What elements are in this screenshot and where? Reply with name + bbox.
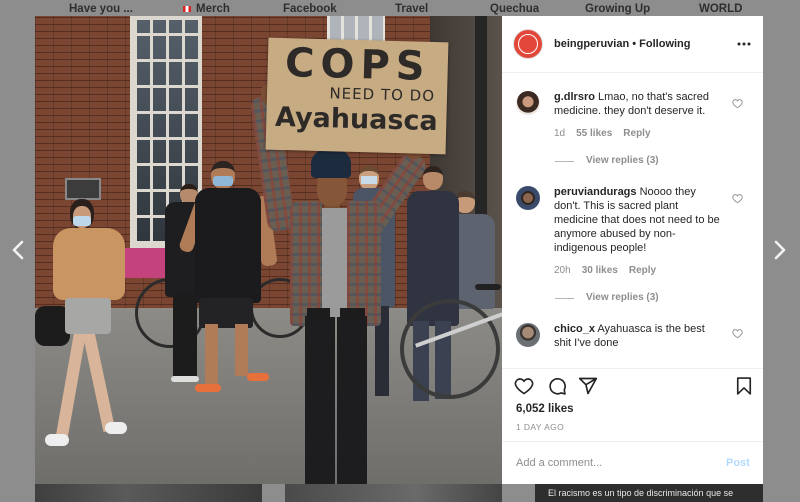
replies-line — [555, 161, 574, 162]
face-mask — [73, 216, 91, 226]
face-mask — [213, 176, 233, 186]
heart-icon — [514, 378, 534, 395]
background-thumbnail[interactable]: El racismo es un tipo de discriminación … — [535, 484, 763, 502]
reply-button[interactable]: Reply — [623, 128, 650, 139]
nav-item-quechua[interactable]: Quechua — [490, 3, 539, 15]
comment-likes[interactable]: 55 likes — [576, 128, 612, 139]
bookmark-icon — [736, 377, 752, 395]
comment-item: chico_x Ayahuasca is the best shit I've … — [502, 322, 763, 350]
comment-body: g.dlrsro Lmao, no that's sacred medicine… — [554, 90, 724, 118]
comment-meta: 20h 30 likes Reply — [554, 264, 763, 278]
comment-like-button[interactable] — [732, 96, 743, 109]
person-sneaker — [105, 422, 127, 434]
background-thumbnail[interactable] — [285, 484, 502, 502]
bicycle-seat — [475, 284, 501, 290]
comment-button[interactable] — [547, 376, 567, 396]
person-sandal — [247, 373, 269, 381]
person-sneaker — [45, 434, 69, 446]
profile-avatar[interactable] — [513, 29, 543, 59]
comment-age: 1d — [554, 128, 566, 139]
heart-icon — [732, 99, 743, 109]
author-username[interactable]: beingperuvian — [554, 38, 629, 50]
nav-item-facebook[interactable]: Facebook — [283, 3, 337, 15]
prev-post-button[interactable] — [10, 240, 26, 260]
person-body — [195, 188, 261, 303]
person-sweater — [53, 228, 125, 300]
comment-item: g.dlrsro Lmao, no that's sacred medicine… — [502, 90, 763, 168]
thumbnail-caption: El racismo es un tipo de discriminación … — [548, 488, 734, 498]
reply-button[interactable]: Reply — [629, 265, 656, 276]
commenter-avatar[interactable] — [516, 323, 540, 347]
protest-sign: COPS NEED TO DO Ayahuasca — [265, 37, 449, 155]
comment-username[interactable]: chico_x — [554, 323, 595, 335]
comment-username[interactable]: g.dlrsro — [554, 91, 595, 103]
comment-likes[interactable]: 30 likes — [582, 265, 618, 276]
post-side-panel: beingperuvian • Following g.dlrsro Lmao,… — [502, 16, 763, 484]
nav-item-have-you[interactable]: Have you ... — [69, 3, 133, 15]
protester-pants-leg — [337, 316, 367, 484]
view-replies-label: View replies (3) — [586, 292, 659, 303]
sign-line-1: COPS — [284, 40, 432, 90]
post-timestamp: 1 DAY AGO — [516, 422, 565, 432]
person-leg — [235, 324, 248, 376]
person-legs — [173, 294, 197, 379]
comment-body: chico_x Ayahuasca is the best shit I've … — [554, 322, 724, 350]
like-button[interactable] — [514, 376, 534, 396]
next-post-button[interactable] — [772, 240, 788, 260]
actions-divider — [502, 368, 763, 369]
nav-item-travel[interactable]: Travel — [395, 3, 428, 15]
view-replies-button[interactable]: View replies (3) — [554, 291, 763, 305]
comment-like-button[interactable] — [732, 326, 743, 339]
commenter-avatar[interactable] — [516, 91, 540, 115]
brand-logo — [518, 34, 538, 54]
more-horizontal-icon — [737, 42, 751, 46]
comment-item: peruviandurags Noooo they don't. This is… — [502, 185, 763, 305]
comment-meta: 1d 55 likes Reply — [554, 127, 763, 141]
comment-body: peruviandurags Noooo they don't. This is… — [554, 185, 724, 255]
post-author: beingperuvian • Following — [554, 38, 691, 50]
wall-plaque — [65, 178, 101, 200]
protester-pants-leg — [305, 316, 335, 484]
follow-status-button[interactable]: Following — [639, 38, 690, 50]
chevron-right-icon — [774, 240, 786, 260]
belt-buckle — [330, 308, 340, 317]
comment-username[interactable]: peruviandurags — [554, 186, 637, 198]
person-shoes — [171, 376, 199, 382]
add-comment-input[interactable] — [516, 456, 716, 470]
person-sandal — [195, 384, 221, 392]
header-separator: • — [632, 38, 637, 50]
save-button[interactable] — [734, 376, 754, 396]
face-mask — [361, 176, 377, 184]
commenter-avatar[interactable] — [516, 186, 540, 210]
peru-flag-icon — [183, 6, 191, 12]
comment-age: 20h — [554, 265, 571, 276]
replies-line — [555, 298, 574, 299]
nav-item-world[interactable]: WORLD — [699, 3, 742, 15]
likes-count[interactable]: 6,052 likes — [516, 402, 574, 416]
comments-list[interactable]: g.dlrsro Lmao, no that's sacred medicine… — [502, 73, 763, 368]
view-replies-label: View replies (3) — [586, 155, 659, 166]
comment-icon — [549, 377, 566, 395]
sign-line-3: Ayahuasca — [274, 101, 439, 138]
share-button[interactable] — [578, 376, 598, 396]
nav-item-merch[interactable]: Merch — [196, 3, 230, 15]
person-head — [423, 166, 443, 190]
more-options-button[interactable] — [736, 36, 752, 52]
post-photo[interactable]: COPS NEED TO DO Ayahuasca — [35, 16, 502, 484]
heart-icon — [732, 194, 743, 204]
chevron-left-icon — [12, 240, 24, 260]
comment-box-divider — [502, 441, 763, 442]
share-icon — [578, 377, 598, 395]
person-leg — [205, 324, 218, 386]
nav-item-growing-up[interactable]: Growing Up — [585, 3, 650, 15]
protester-beanie — [311, 148, 351, 178]
view-replies-button[interactable]: View replies (3) — [554, 154, 763, 168]
heart-icon — [732, 329, 743, 339]
comment-like-button[interactable] — [732, 191, 743, 204]
post-comment-button[interactable]: Post — [726, 456, 750, 470]
person-skirt — [65, 298, 111, 334]
bicycle-wheel — [400, 299, 500, 399]
background-thumbnail[interactable] — [35, 484, 262, 502]
